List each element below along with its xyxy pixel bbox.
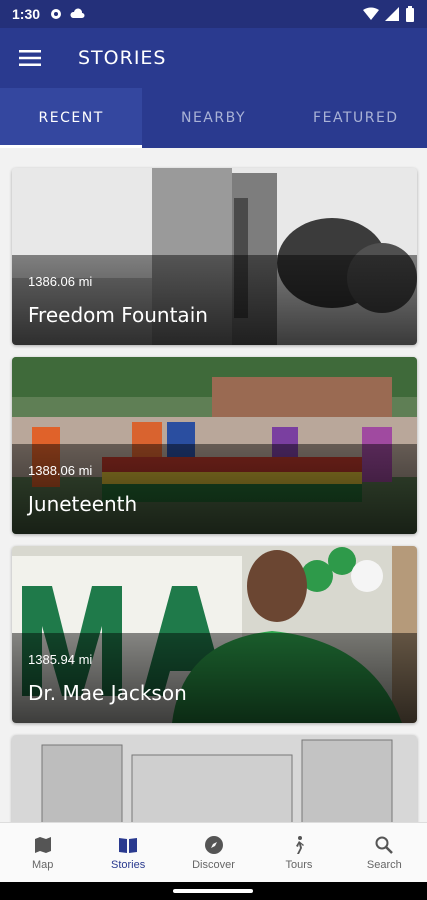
nav-label: Map bbox=[32, 858, 54, 871]
wifi-icon bbox=[363, 7, 379, 20]
nav-label: Search bbox=[366, 858, 402, 871]
nav-label: Stories bbox=[110, 858, 146, 871]
story-list[interactable]: 1386.06 mi Freedom Fountain 1388.06 mi J… bbox=[0, 148, 427, 822]
compass-icon bbox=[204, 835, 223, 854]
story-card-partial[interactable] bbox=[12, 735, 417, 822]
book-icon bbox=[119, 837, 138, 853]
map-icon bbox=[34, 836, 51, 853]
nav-discover[interactable]: Discover bbox=[171, 823, 256, 882]
nav-label: Discover bbox=[192, 858, 235, 871]
story-image bbox=[12, 735, 417, 822]
bottom-nav: Map Stories Discover Tours Search bbox=[0, 822, 427, 882]
nav-stories[interactable]: Stories bbox=[85, 823, 170, 882]
tab-nearby[interactable]: NEARBY bbox=[142, 88, 284, 148]
nav-label: Tours bbox=[285, 858, 313, 871]
story-title: Juneteenth bbox=[28, 492, 138, 516]
story-title: Freedom Fountain bbox=[28, 303, 208, 327]
cloud-icon bbox=[70, 8, 85, 18]
nav-map[interactable]: Map bbox=[0, 823, 85, 882]
tab-bar: RECENT NEARBY FEATURED bbox=[0, 88, 427, 148]
story-distance: 1386.06 mi bbox=[28, 274, 93, 289]
page-title: STORIES bbox=[78, 47, 167, 69]
status-bar: 1:30 bbox=[0, 0, 427, 28]
story-card-freedom-fountain[interactable]: 1386.06 mi Freedom Fountain bbox=[12, 168, 417, 345]
nav-tours[interactable]: Tours bbox=[256, 823, 341, 882]
signal-icon bbox=[385, 7, 399, 21]
app-bar: STORIES bbox=[0, 28, 427, 88]
nav-search[interactable]: Search bbox=[342, 823, 427, 882]
gear-icon bbox=[51, 9, 62, 19]
walk-icon bbox=[295, 835, 304, 854]
story-distance: 1388.06 mi bbox=[28, 463, 93, 478]
tab-featured[interactable]: FEATURED bbox=[285, 88, 427, 148]
gesture-bar bbox=[0, 882, 427, 900]
status-time: 1:30 bbox=[12, 6, 41, 22]
menu-button[interactable] bbox=[0, 28, 60, 88]
hamburger-icon bbox=[19, 50, 41, 66]
story-distance: 1385.94 mi bbox=[28, 652, 93, 667]
story-card-dr-mae-jackson[interactable]: 1385.94 mi Dr. Mae Jackson bbox=[12, 546, 417, 723]
tab-recent[interactable]: RECENT bbox=[0, 88, 143, 148]
battery-icon bbox=[406, 6, 414, 22]
story-card-juneteenth[interactable]: 1388.06 mi Juneteenth bbox=[12, 357, 417, 534]
search-icon bbox=[375, 836, 394, 854]
home-indicator[interactable] bbox=[173, 889, 253, 893]
story-title: Dr. Mae Jackson bbox=[28, 681, 187, 705]
